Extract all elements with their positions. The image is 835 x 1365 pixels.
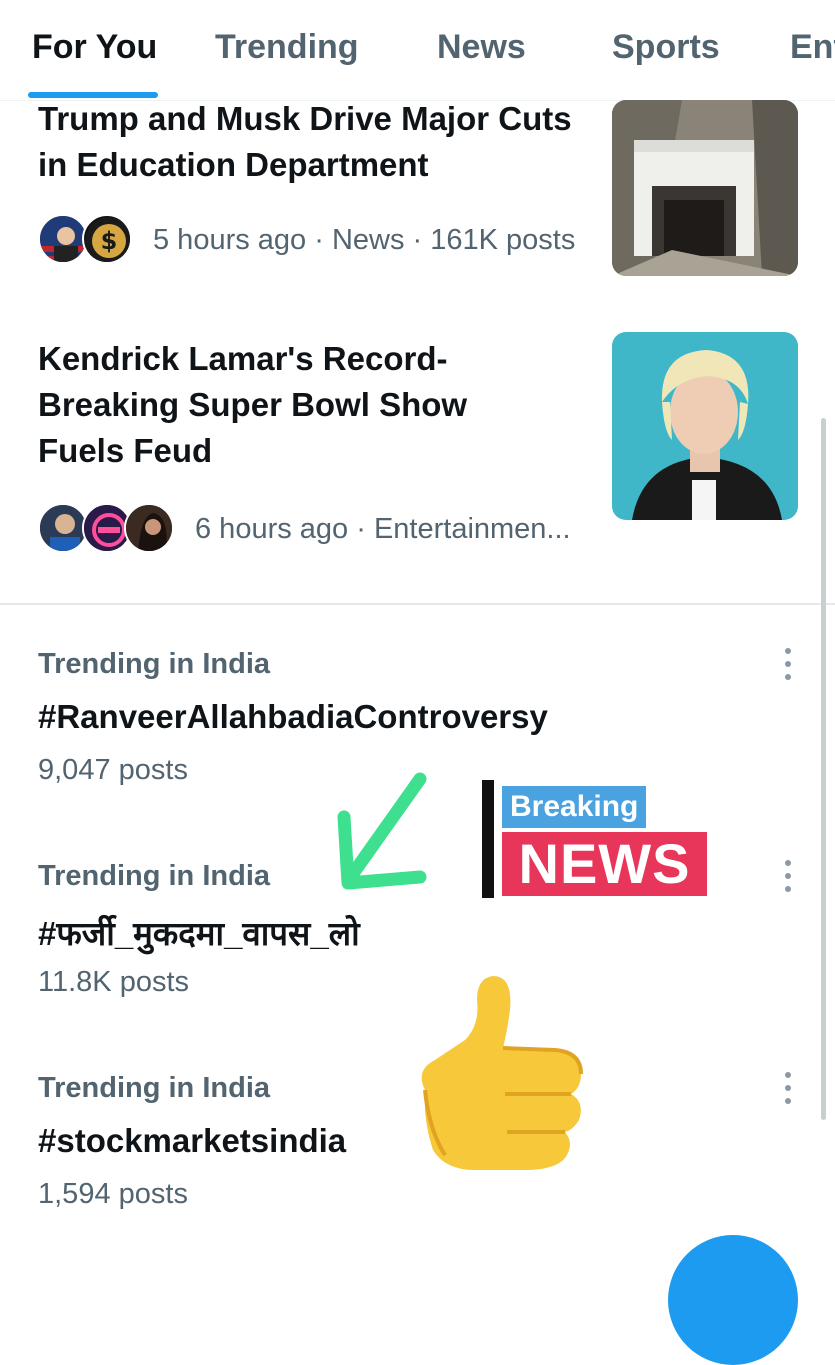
- tab-entertainment[interactable]: Ent: [790, 28, 835, 67]
- avatar-person-1: [38, 503, 88, 553]
- more-options-icon[interactable]: [778, 1070, 798, 1106]
- avatar-person-2: [124, 503, 174, 553]
- trend-post-count: 11.8K posts: [38, 966, 190, 998]
- thumbs-up-icon: [421, 976, 583, 1170]
- green-arrow-icon: [337, 772, 427, 890]
- person-portrait-image: [612, 332, 798, 520]
- svg-text:$: $: [101, 227, 118, 255]
- news-label: NEWS: [502, 832, 707, 896]
- avatar-flag: [38, 214, 88, 264]
- top-tab-bar: For You Trending News Sports Ent: [0, 0, 835, 101]
- breaking-news-sticker: Breaking NEWS: [482, 780, 712, 900]
- news-card-1[interactable]: Trump and Musk Drive Major Cuts in Educa…: [0, 100, 835, 300]
- news-meta: 5 hours ago · News · 161K posts: [153, 224, 576, 256]
- trend-post-count: 9,047 posts: [38, 754, 188, 786]
- avatar-dollar: $: [82, 214, 132, 264]
- trend-context: Trending in India: [38, 1072, 270, 1104]
- compose-button[interactable]: [668, 1235, 798, 1365]
- trend-title: #फर्जी_मुकदमा_वापस_लो: [38, 915, 360, 952]
- tab-for-you[interactable]: For You: [32, 28, 157, 67]
- tunnel-entrance-image: [612, 100, 798, 276]
- trend-context: Trending in India: [38, 860, 270, 892]
- news-card-2[interactable]: Kendrick Lamar's Record-Breaking Super B…: [0, 332, 835, 582]
- tab-sports[interactable]: Sports: [612, 28, 720, 67]
- tab-news[interactable]: News: [437, 28, 526, 67]
- trend-title: #stockmarketsindia: [38, 1122, 347, 1159]
- more-options-icon[interactable]: [778, 646, 798, 682]
- section-divider: [0, 603, 835, 605]
- news-meta: 6 hours ago · Entertainmen...: [195, 513, 571, 545]
- trend-post-count: 1,594 posts: [38, 1178, 188, 1210]
- trend-title: #RanveerAllahbadiaControversy: [38, 698, 548, 735]
- sticker-bar: [482, 780, 494, 898]
- news-headline: Kendrick Lamar's Record-Breaking Super B…: [38, 340, 468, 469]
- more-options-icon[interactable]: [778, 858, 798, 894]
- tab-trending[interactable]: Trending: [215, 28, 359, 67]
- trend-context: Trending in India: [38, 648, 270, 680]
- news-headline: Trump and Musk Drive Major Cuts in Educa…: [38, 100, 572, 183]
- breaking-label: Breaking: [502, 786, 647, 828]
